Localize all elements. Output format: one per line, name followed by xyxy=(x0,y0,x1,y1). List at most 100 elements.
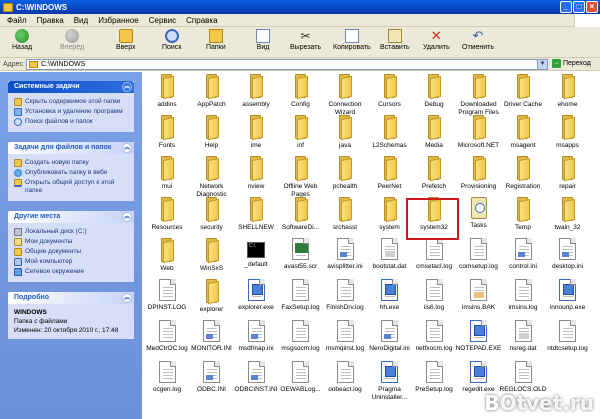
file-item[interactable]: ODBC.INI xyxy=(187,361,237,394)
file-item[interactable]: ocgen.log xyxy=(142,361,192,394)
task-publish-web[interactable]: Опубликовать папку в вебе xyxy=(14,169,130,177)
file-item[interactable]: nsreg.dat xyxy=(498,320,548,353)
folder-item[interactable]: Registration xyxy=(498,156,548,191)
file-item[interactable]: DPINST.LOG xyxy=(142,279,192,312)
folder-item[interactable]: explorer xyxy=(187,279,237,314)
folder-item[interactable]: Help xyxy=(187,115,237,150)
folder-item[interactable]: SHELLNEW xyxy=(231,197,281,232)
folder-item[interactable]: Offline Web Pages xyxy=(276,156,326,198)
file-item[interactable]: cmsetacl.log xyxy=(409,238,459,271)
file-item[interactable]: desktop.ini xyxy=(543,238,593,271)
task-add-remove-programs[interactable]: Установка и удаление программ xyxy=(14,108,130,116)
folder-item[interactable]: ehome xyxy=(543,74,593,109)
file-item[interactable]: NOTEPAD.EXE xyxy=(454,320,504,353)
file-item[interactable]: control.ini xyxy=(498,238,548,271)
folder-item[interactable]: WinSxS xyxy=(187,238,237,273)
folder-item[interactable]: java xyxy=(320,115,370,150)
folder-item[interactable]: Network Diagnostic xyxy=(187,156,237,198)
file-item[interactable]: avisplitter.ini xyxy=(320,238,370,271)
folder-item[interactable]: Provisioning xyxy=(454,156,504,191)
forward-button[interactable]: Вперёд xyxy=(60,29,84,56)
chevron-up-icon[interactable]: ︽ xyxy=(122,82,132,92)
chevron-up-icon[interactable]: ︽ xyxy=(122,212,132,222)
go-button[interactable]: → Переход xyxy=(552,59,591,68)
close-button[interactable]: × xyxy=(586,1,598,13)
place-local-disk[interactable]: Локальный диск (C:) xyxy=(14,228,130,236)
folder-item[interactable]: PeerNet xyxy=(365,156,415,191)
folder-item[interactable]: addins xyxy=(142,74,192,109)
task-hide-folder-contents[interactable]: Скрыть содержимое этой папки xyxy=(14,98,130,106)
folder-item[interactable]: repair xyxy=(543,156,593,191)
place-shared-documents[interactable]: Общие документы xyxy=(14,248,130,256)
folder-item[interactable]: L2Schemas xyxy=(365,115,415,150)
file-item[interactable]: msmqinst.log xyxy=(320,320,370,353)
file-item[interactable]: ntdtcsetup.log xyxy=(543,320,593,353)
file-item[interactable]: MedCtrOC.log xyxy=(142,320,192,353)
file-view[interactable]: addins AppPatch assembly Config Connection W… xyxy=(142,72,600,419)
paste-button[interactable]: Вставить xyxy=(380,29,410,56)
folder-item[interactable]: nview xyxy=(231,156,281,191)
task-search-files[interactable]: Поиск файлов и папок xyxy=(14,118,130,126)
chevron-up-icon[interactable]: ︽ xyxy=(122,143,132,153)
undo-button[interactable]: ↶ Отменить xyxy=(462,29,494,56)
other-places-header[interactable]: Другие места ︽ xyxy=(8,211,134,223)
delete-button[interactable]: ✕ Удалить xyxy=(423,29,450,56)
folder-item[interactable]: AppPatch xyxy=(187,74,237,109)
file-item[interactable]: hh.exe xyxy=(365,279,415,312)
folder-item[interactable]: msagent xyxy=(498,115,548,150)
folder-item[interactable]: inf xyxy=(276,115,326,150)
view-button[interactable]: Вид xyxy=(256,29,270,56)
place-network[interactable]: Сетевое окружение xyxy=(14,268,130,276)
folder-item[interactable]: mui xyxy=(142,156,192,191)
file-item[interactable]: regedit.exe xyxy=(454,361,504,394)
menu-favorites[interactable]: Избранное xyxy=(93,16,144,25)
file-item[interactable]: imsins.log xyxy=(498,279,548,312)
search-button[interactable]: Поиск xyxy=(162,29,181,56)
file-item[interactable]: REGLOCS.OLD xyxy=(498,361,548,394)
copy-button[interactable]: Копировать xyxy=(333,29,371,56)
folder-item[interactable]: Driver Cache xyxy=(498,74,548,109)
menu-edit[interactable]: Правка xyxy=(32,16,69,25)
back-button[interactable]: Назад xyxy=(12,29,32,56)
file-item[interactable]: bootstat.dat xyxy=(365,238,415,271)
file-item[interactable]: msdfmap.ini xyxy=(231,320,281,353)
file-item[interactable]: NeroDigital.ini xyxy=(365,320,415,353)
folder-item[interactable]: Config xyxy=(276,74,326,109)
folders-button[interactable]: Папки xyxy=(206,29,226,56)
folder-item[interactable]: assembly xyxy=(231,74,281,109)
system-tasks-header[interactable]: Системные задачи ︽ xyxy=(8,81,134,93)
file-item[interactable]: netfxocm.log xyxy=(409,320,459,353)
menu-file[interactable]: Файл xyxy=(2,16,32,25)
folder-item[interactable]: ime xyxy=(231,115,281,150)
file-item[interactable]: FaxSetup.log xyxy=(276,279,326,312)
file-item[interactable]: comsetup.log xyxy=(454,238,504,271)
up-button[interactable]: Вверх xyxy=(116,29,136,56)
place-my-computer[interactable]: Мой компьютер xyxy=(14,258,130,266)
details-header[interactable]: Подробно ︽ xyxy=(8,292,134,304)
file-item[interactable]: msgsocm.log xyxy=(276,320,326,353)
menu-view[interactable]: Вид xyxy=(69,16,93,25)
file-item[interactable]: MONITOR.INI xyxy=(187,320,237,353)
folder-item[interactable]: pchealth xyxy=(320,156,370,191)
file-item[interactable]: ODBCINST.INI xyxy=(231,361,281,394)
chevron-down-icon[interactable]: ▼ xyxy=(537,60,547,69)
file-item[interactable]: oobeact.log xyxy=(320,361,370,394)
folder-item[interactable]: Prefetch xyxy=(409,156,459,191)
folder-item[interactable]: SoftwareDi... xyxy=(276,197,326,232)
folder-item[interactable]: Media xyxy=(409,115,459,150)
maximize-button[interactable]: □ xyxy=(573,1,585,13)
folder-item[interactable]: Debug xyxy=(409,74,459,109)
file-item[interactable]: innounp.exe xyxy=(543,279,593,312)
file-item[interactable]: _default xyxy=(231,238,281,269)
minimize-button[interactable]: _ xyxy=(560,1,572,13)
folder-item[interactable]: Cursors xyxy=(365,74,415,109)
menu-help[interactable]: Справка xyxy=(181,16,222,25)
file-item[interactable]: explorer.exe xyxy=(231,279,281,312)
file-item[interactable]: imsins.BAK xyxy=(454,279,504,312)
file-item[interactable]: OEWABLog... xyxy=(276,361,326,394)
file-item[interactable]: iis6.log xyxy=(409,279,459,312)
folder-item[interactable]: Connection Wizard xyxy=(320,74,370,116)
folder-item[interactable]: Fonts xyxy=(142,115,192,150)
folder-item[interactable]: msapps xyxy=(543,115,593,150)
file-item[interactable]: FinishDrv.log xyxy=(320,279,370,312)
